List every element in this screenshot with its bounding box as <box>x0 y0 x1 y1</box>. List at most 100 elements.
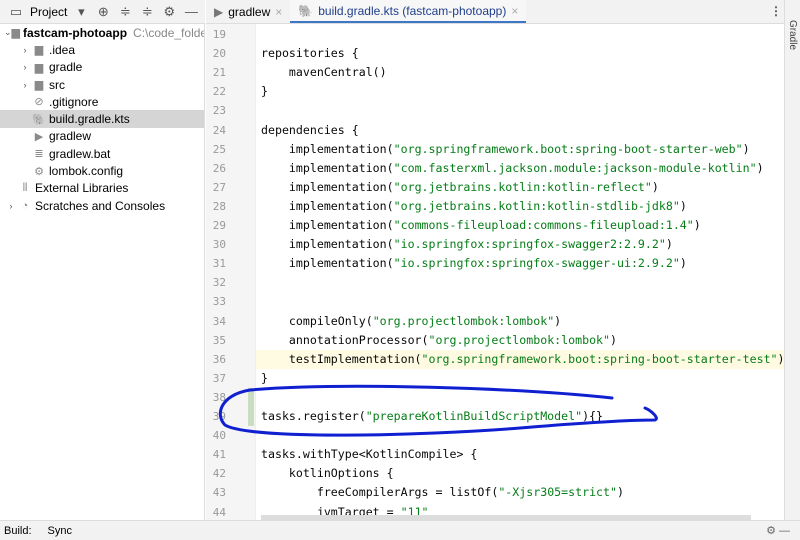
chevron-down-icon[interactable]: ⌄ <box>4 27 12 38</box>
tree-item[interactable]: ⚙ lombok.config <box>0 162 204 179</box>
code-line[interactable]: annotationProcessor("org.projectlombok:l… <box>261 333 617 347</box>
line-number: 21 <box>212 66 226 80</box>
code-token: compileOnly( <box>261 313 373 328</box>
code-line[interactable]: freeCompilerArgs = listOf("-Xjsr305=stri… <box>261 485 624 499</box>
code-line[interactable]: } <box>261 371 268 385</box>
code-line[interactable]: repositories { <box>261 46 359 60</box>
line-number: 33 <box>212 295 226 309</box>
tree-item[interactable]: › ▆ gradle <box>0 59 204 76</box>
scratches-icon: ◔ <box>21 199 29 212</box>
code-token: ) <box>617 485 624 500</box>
string-literal: "org.projectlombok:lombok" <box>372 313 555 328</box>
tree-item[interactable]: ⊘ .gitignore <box>0 93 204 110</box>
code-token: ) <box>554 313 562 328</box>
tree-item[interactable]: ⌄ ▆ fastcam-photoapp C:\code_folder <box>0 24 204 41</box>
code-token: tasks.withType<KotlinCompile> { <box>261 447 478 462</box>
code-line[interactable]: } <box>261 84 268 98</box>
code-line[interactable]: implementation("org.jetbrains.kotlin:kot… <box>261 180 659 194</box>
code-line[interactable]: mavenCentral() <box>261 65 387 79</box>
string-literal: "org.projectlombok:lombok" <box>428 332 611 347</box>
tree-item[interactable]: › ▆ src <box>0 76 204 93</box>
string-literal: "io.springfox:springfox-swagger2:2.9.2" <box>393 237 666 252</box>
change-marker <box>248 387 254 407</box>
code-line[interactable]: compileOnly("org.projectlombok:lombok") <box>261 314 561 328</box>
code-token: ) <box>777 351 784 366</box>
tree-item-label: Scratches and Consoles <box>35 198 166 213</box>
tree-item-label: .gitignore <box>49 94 99 109</box>
close-icon[interactable]: × <box>275 5 282 19</box>
tab-gradlew[interactable]: ▶ gradlew × <box>206 0 290 23</box>
gradle-side-panel[interactable]: Gradle <box>784 0 800 520</box>
string-literal: "prepareKotlinBuildScriptModel" <box>365 409 583 423</box>
code-line[interactable]: implementation("io.springfox:springfox-s… <box>261 237 673 251</box>
tree-item-label: fastcam-photoapp <box>23 25 128 40</box>
line-number: 28 <box>212 199 226 213</box>
line-number: 25 <box>212 142 226 156</box>
ignore-file-icon: ⊘ <box>34 96 44 109</box>
chevron-right-icon[interactable]: › <box>18 80 32 90</box>
code-token: ) <box>742 141 750 156</box>
line-number: 20 <box>212 47 226 61</box>
project-view-selector[interactable]: Project <box>30 5 67 19</box>
tree-item[interactable]: ⦀ External Libraries <box>0 180 204 197</box>
line-number: 19 <box>212 28 226 41</box>
code-token: ) <box>610 332 617 347</box>
line-number: 27 <box>212 180 226 194</box>
change-marker <box>248 407 254 426</box>
chevron-right-icon[interactable]: › <box>18 45 32 55</box>
code-line[interactable]: implementation("org.jetbrains.kotlin:kot… <box>261 199 687 213</box>
more-options-icon[interactable]: ⋮ <box>770 4 782 18</box>
line-number: 22 <box>212 85 226 99</box>
code-line[interactable]: tasks.register("prepareKotlinBuildScript… <box>261 409 603 423</box>
line-number: 34 <box>212 314 226 328</box>
code-token: repositories { <box>261 46 359 61</box>
project-path: C:\code_folder <box>133 25 205 40</box>
code-line[interactable]: implementation("commons-fileupload:commo… <box>261 218 701 232</box>
line-number: 38 <box>212 390 226 404</box>
dropdown-icon[interactable]: ▾ <box>73 4 89 20</box>
string-literal: "org.springframework.boot:spring-boot-st… <box>421 351 778 366</box>
tree-item-label: External Libraries <box>35 181 129 196</box>
line-number: 24 <box>212 123 226 137</box>
hide-icon[interactable]: — <box>183 4 199 19</box>
code-line[interactable]: implementation("com.fasterxml.jackson.mo… <box>261 161 764 175</box>
close-icon[interactable]: × <box>511 4 518 18</box>
sync-tab[interactable]: Sync <box>48 525 72 537</box>
chevron-right-icon[interactable]: › <box>18 62 32 72</box>
code-line[interactable]: implementation("io.springfox:springfox-s… <box>261 256 687 270</box>
code-token: implementation( <box>261 256 394 271</box>
line-number: 31 <box>212 257 226 271</box>
gradle-kts-icon: 🐘 <box>298 3 314 18</box>
code-line[interactable]: implementation("org.springframework.boot… <box>261 142 750 156</box>
string-literal: "org.jetbrains.kotlin:kotlin-stdlib-jdk8… <box>393 198 680 213</box>
line-number: 30 <box>212 238 226 252</box>
code-token: implementation( <box>261 237 394 252</box>
tree-item-label: .idea <box>49 42 76 57</box>
tree-item[interactable]: ≣ gradlew.bat <box>0 145 204 162</box>
tab-build-gradle-kts[interactable]: 🐘 build.gradle.kts (fastcam-photoapp) × <box>290 0 527 23</box>
code-line[interactable]: dependencies { <box>261 123 359 137</box>
code-token: implementation( <box>261 218 394 232</box>
code-token: implementation( <box>261 141 394 156</box>
collapse-all-icon[interactable]: ≑ <box>139 4 155 20</box>
tree-item[interactable]: › ◔ Scratches and Consoles <box>0 197 204 214</box>
code-editor[interactable]: 19 20 repositories {21 mavenCentral() 22} 23… <box>206 24 784 520</box>
libraries-icon: ⦀ <box>22 181 28 194</box>
code-token: mavenCentral() <box>261 65 387 80</box>
code-line[interactable]: testImplementation("org.springframework.… <box>261 352 784 366</box>
build-label: Build: <box>4 524 32 537</box>
line-number: 40 <box>212 429 226 443</box>
script-icon: ▶ <box>214 4 224 19</box>
locate-icon[interactable]: ⊕ <box>95 4 111 20</box>
tree-item[interactable]: ▶ gradlew <box>0 128 204 145</box>
expand-all-icon[interactable]: ≑ <box>117 4 133 20</box>
tree-item[interactable]: › ▆ .idea <box>0 41 204 58</box>
gear-icon[interactable]: ⚙ <box>161 4 177 20</box>
code-line[interactable]: tasks.withType<KotlinCompile> { <box>261 447 477 461</box>
gear-icon[interactable]: ⚙ — <box>766 524 790 537</box>
tree-item[interactable]: 🐘 build.gradle.kts <box>0 110 204 128</box>
project-window-icon: ▭ <box>9 3 23 19</box>
code-line[interactable]: kotlinOptions { <box>261 466 394 480</box>
line-number: 26 <box>212 161 226 175</box>
chevron-right-icon[interactable]: › <box>4 201 18 211</box>
